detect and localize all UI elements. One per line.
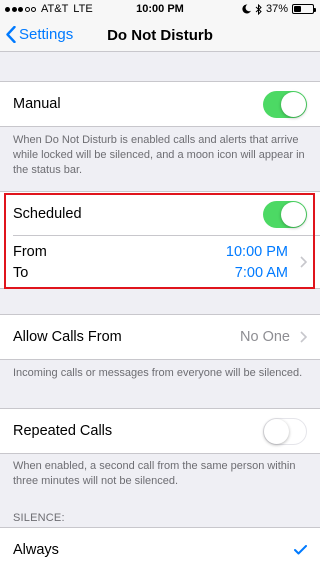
repeated-calls-toggle[interactable] bbox=[263, 417, 307, 445]
repeated-calls-label: Repeated Calls bbox=[13, 423, 113, 439]
chevron-right-icon bbox=[300, 331, 307, 343]
silence-always-label: Always bbox=[13, 542, 59, 558]
checkmark-icon bbox=[294, 545, 307, 555]
navigation-bar: Settings Do Not Disturb bbox=[0, 20, 320, 52]
silence-always-row[interactable]: Always bbox=[0, 528, 320, 569]
allow-calls-footer: Incoming calls or messages from everyone… bbox=[13, 367, 303, 379]
silence-group: Always bbox=[0, 527, 320, 569]
to-label: To bbox=[13, 264, 29, 281]
do-not-disturb-screen: AT&T LTE 10:00 PM 37% Settings Do Not Di… bbox=[0, 0, 320, 569]
manual-group: Manual bbox=[0, 81, 320, 127]
status-right: 37% bbox=[242, 3, 316, 15]
scheduled-label: Scheduled bbox=[13, 206, 82, 222]
schedule-times-row[interactable]: From To 10:00 PM 7:00 AM bbox=[0, 236, 320, 288]
allow-calls-row[interactable]: Allow Calls From No One bbox=[0, 315, 320, 359]
battery-fill bbox=[294, 6, 301, 12]
scheduled-row: Scheduled bbox=[0, 192, 320, 236]
page-title: Do Not Disturb bbox=[107, 27, 213, 44]
repeated-calls-row: Repeated Calls bbox=[0, 409, 320, 453]
from-label: From bbox=[13, 243, 47, 260]
to-time-value: 7:00 AM bbox=[234, 264, 288, 281]
bluetooth-icon bbox=[255, 3, 262, 15]
manual-footer: When Do Not Disturb is enabled calls and… bbox=[13, 134, 305, 176]
manual-row: Manual bbox=[0, 82, 320, 126]
allow-calls-value: No One bbox=[240, 329, 290, 345]
scheduled-toggle[interactable] bbox=[263, 200, 307, 228]
repeated-calls-group: Repeated Calls bbox=[0, 408, 320, 454]
allow-calls-label: Allow Calls From bbox=[13, 329, 122, 345]
repeated-calls-footer: When enabled, a second call from the sam… bbox=[13, 460, 296, 487]
from-time-value: 10:00 PM bbox=[225, 243, 288, 260]
moon-icon bbox=[242, 4, 251, 14]
silence-section-header: SILENCE: bbox=[13, 512, 65, 524]
battery-percent: 37% bbox=[265, 3, 288, 15]
scheduled-group: Scheduled From To 10:00 PM 7:00 AM bbox=[0, 191, 320, 289]
manual-label: Manual bbox=[13, 96, 61, 112]
chevron-right-icon bbox=[300, 256, 307, 268]
allow-calls-group: Allow Calls From No One bbox=[0, 314, 320, 360]
battery-icon bbox=[292, 4, 316, 14]
manual-toggle[interactable] bbox=[263, 90, 307, 118]
status-bar: AT&T LTE 10:00 PM 37% bbox=[0, 0, 320, 20]
